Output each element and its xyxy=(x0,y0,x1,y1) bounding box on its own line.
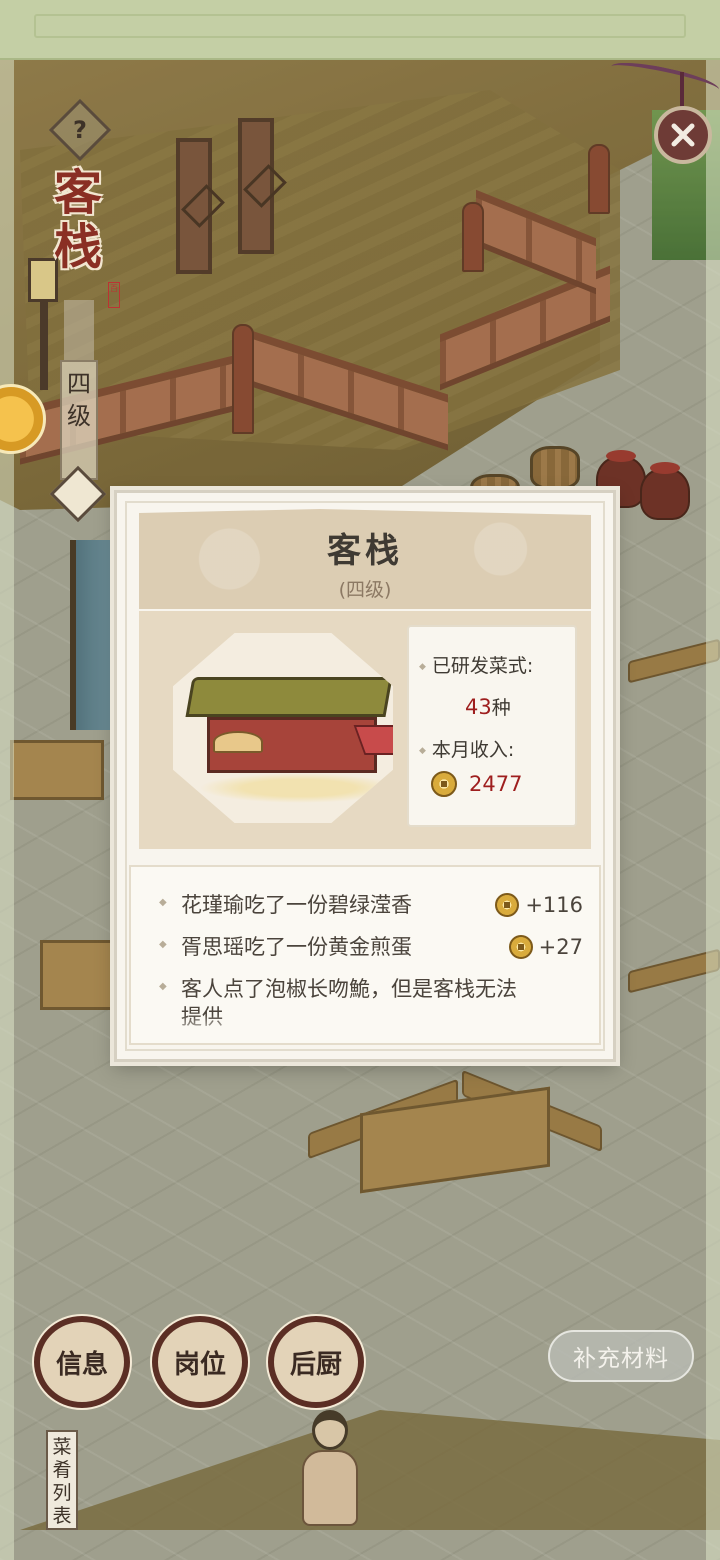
log-entry: ◆ 胥思瑶吃了一份黄金煎蛋 +27 xyxy=(159,931,583,971)
menu-tab-char: 表 xyxy=(52,1505,72,1527)
refill-materials-button[interactable]: 补充材料 xyxy=(548,1330,694,1382)
log-gain: +116 xyxy=(525,893,583,917)
lantern-pole xyxy=(40,300,48,390)
income-amount: 2477 xyxy=(469,772,523,796)
building-preview: 已研发菜式: 43种 本月收入: 2477 xyxy=(139,611,591,849)
close-icon xyxy=(671,123,695,147)
panel-level: (四级) xyxy=(338,579,392,601)
seal-stamp: 百 xyxy=(108,282,120,308)
close-hanger xyxy=(680,72,684,108)
posts-button[interactable]: 岗位 xyxy=(152,1316,248,1408)
income-label: 本月收入: xyxy=(419,735,514,762)
log-text: 胥思瑶吃了一份黄金煎蛋 xyxy=(181,935,412,959)
log-entry: ◆ 花瑾瑜吃了一份碧绿滢香 +116 xyxy=(159,889,583,929)
log-text: 客人点了泡椒长吻鮠，但是客栈无法 xyxy=(181,977,517,1001)
info-button[interactable]: 信息 xyxy=(34,1316,130,1408)
building-title: 客栈 xyxy=(53,165,102,275)
building-info-panel: 客栈 (四级) 已研发菜式: 43种 本月收入: 2477 ◆ 花瑾瑜吃了一份碧… xyxy=(114,490,616,1062)
copper-coin-icon xyxy=(508,935,533,959)
menu-tab-char: 列 xyxy=(52,1482,72,1504)
inn-roof xyxy=(185,677,393,717)
activity-log[interactable]: ◆ 花瑾瑜吃了一份碧绿滢香 +116 ◆ 胥思瑶吃了一份黄金煎蛋 +27 ◆ 客… xyxy=(129,865,601,1045)
stats-card: 已研发菜式: 43种 本月收入: 2477 xyxy=(407,625,577,827)
octagon-frame xyxy=(173,633,393,823)
copper-coin-icon xyxy=(431,771,457,797)
income-value: 2477 xyxy=(431,771,522,797)
level-char: 级 xyxy=(67,402,91,430)
menu-tab-char: 菜 xyxy=(52,1436,72,1458)
close-button[interactable] xyxy=(654,106,712,164)
log-text: 花瑾瑜吃了一份碧绿滢香 xyxy=(181,893,412,917)
dish-list-tab[interactable]: 菜 肴 列 表 xyxy=(46,1430,78,1530)
level-banner: 四 级 xyxy=(60,360,98,480)
dishes-count: 43 xyxy=(465,695,492,719)
inn-umbrella xyxy=(213,731,263,753)
kitchen-button[interactable]: 后厨 xyxy=(268,1316,364,1408)
level-banner-pole xyxy=(64,300,94,360)
log-gain: +27 xyxy=(538,935,583,959)
question-mark-icon: ? xyxy=(73,116,87,144)
dishes-label: 已研发菜式: xyxy=(419,651,533,678)
panel-title: 客栈 xyxy=(327,531,403,571)
dishes-value: 43种 xyxy=(465,693,511,720)
menu-tab-char: 肴 xyxy=(52,1459,72,1481)
copper-coin-icon xyxy=(495,893,520,917)
level-char: 四 xyxy=(67,370,91,398)
dishes-unit: 种 xyxy=(491,697,511,719)
